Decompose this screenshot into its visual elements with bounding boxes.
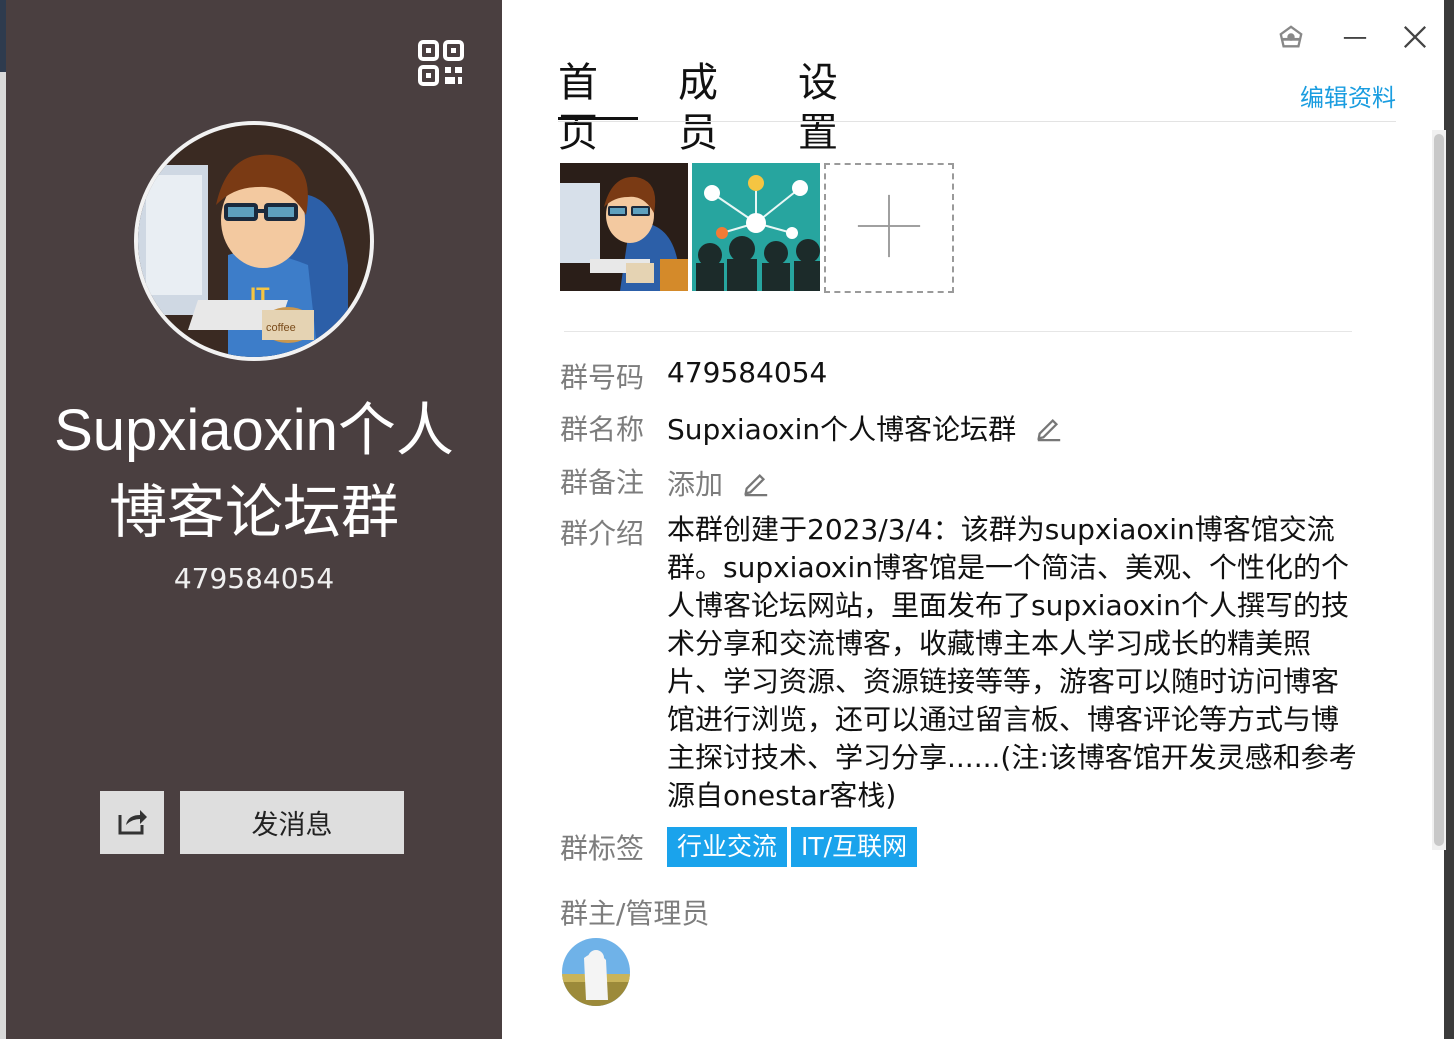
group-intro-label: 群介绍 (560, 517, 645, 550)
group-intro-text: 本群创建于2023/3/4：该群为supxiaoxin博客馆交流群。supxia… (667, 513, 1357, 812)
add-photo-button[interactable] (824, 163, 954, 293)
group-name-label: 群名称 (560, 413, 645, 446)
qr-code-icon[interactable] (418, 40, 464, 86)
section-divider (564, 331, 1352, 332)
tab-settings[interactable]: 设置 (798, 58, 838, 156)
group-remark-value: 添加 (667, 468, 724, 501)
group-profile-sidebar: IT coffee Supxiaoxin个人博客论坛群 479584054 发消… (6, 0, 502, 1039)
admins-label: 群主/管理员 (560, 897, 710, 930)
group-tags-label: 群标签 (560, 832, 645, 865)
group-name-value: Supxiaoxin个人博客论坛群 (667, 413, 1017, 446)
group-id-value: 479584054 (667, 356, 828, 389)
group-tag[interactable]: 行业交流 (667, 827, 788, 867)
group-photo-thumbnail[interactable] (560, 163, 688, 291)
send-message-button[interactable]: 发消息 (180, 791, 404, 854)
close-icon[interactable] (1400, 22, 1430, 52)
plus-icon (856, 193, 922, 263)
group-id-label: 群号码 (560, 361, 645, 394)
scrollbar-thumb[interactable] (1434, 134, 1444, 846)
group-remark-add[interactable]: 添加 (667, 463, 770, 504)
group-remark-label: 群备注 (560, 466, 645, 499)
edit-profile-link[interactable]: 编辑资料 (1300, 78, 1396, 113)
edit-pencil-icon[interactable] (1035, 414, 1063, 449)
tab-divider (558, 121, 1396, 122)
share-button[interactable] (100, 791, 164, 854)
group-name-heading: Supxiaoxin个人博客论坛群 (54, 398, 454, 545)
active-tab-indicator (558, 117, 638, 120)
group-tag[interactable]: IT/互联网 (791, 827, 918, 867)
tab-home[interactable]: 首页 (558, 58, 598, 156)
svg-text:coffee: coffee (266, 322, 296, 334)
share-icon (116, 805, 148, 841)
tab-members[interactable]: 成员 (678, 58, 718, 156)
group-photo-thumbnail[interactable] (692, 163, 820, 291)
minimize-icon[interactable] (1340, 22, 1370, 52)
group-name-value-wrap: Supxiaoxin个人博客论坛群 (667, 408, 1063, 449)
group-id-text: 479584054 (173, 562, 335, 595)
group-avatar[interactable]: IT coffee (134, 121, 374, 361)
pin-icon[interactable] (1276, 22, 1306, 52)
edit-pencil-icon (742, 469, 770, 504)
admin-avatar[interactable] (562, 938, 630, 1006)
group-details-panel: 首页 成员 设置 编辑资料 群号码 479584054 群名称 Supxiaox… (502, 0, 1446, 1039)
